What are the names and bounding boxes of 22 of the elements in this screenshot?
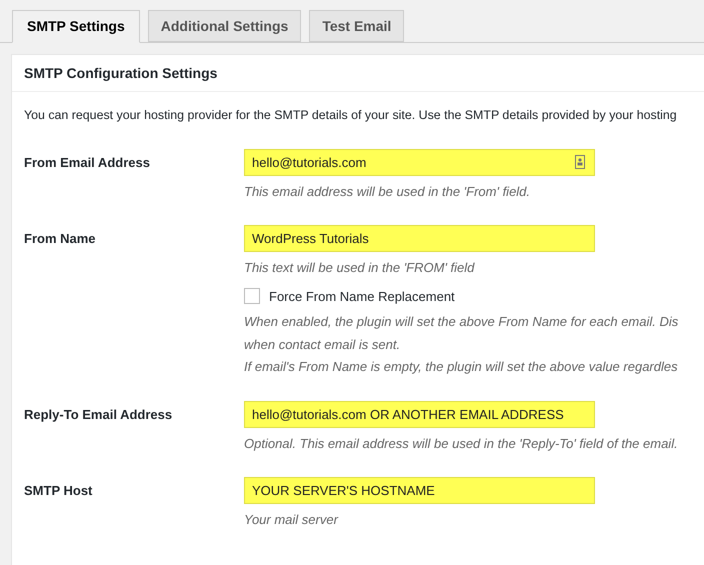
help-text: When enabled, the plugin will set the above From Name for each email. Dis	[244, 313, 678, 332]
help-text: This text will be used in the 'FROM' field	[244, 259, 476, 278]
panel-title: SMTP Configuration Settings	[24, 64, 218, 83]
checkbox-label: Force From Name Replacement	[269, 288, 455, 306]
field-label: Reply-To Email Address	[24, 406, 174, 424]
field-label: From Email Address	[24, 154, 151, 172]
field-label: SMTP Host	[24, 482, 94, 500]
help-text: Your mail server	[244, 511, 340, 530]
intro-text: You can request your hosting provider for the SMTP details of your site. Use the SMTP details provided by your hosting	[24, 107, 678, 124]
text-field[interactable]: WordPress Tutorials	[244, 225, 595, 252]
help-text: Optional. This email address will be used in the 'Reply-To' field of the email.	[244, 434, 678, 453]
text-field[interactable]: hello@tutorials.com	[244, 148, 595, 176]
text-field[interactable]: hello@tutorials.com OR ANOTHER EMAIL ADDRESS	[244, 400, 595, 428]
tab[interactable]: Additional Settings	[148, 10, 302, 42]
help-text: when contact email is sent.	[244, 336, 402, 354]
checkbox[interactable]	[244, 288, 260, 304]
help-text: If email's From Name is empty, the plugin will set the above value regardles	[244, 358, 678, 376]
tab[interactable]: Test Email	[309, 10, 404, 42]
field-label: From Name	[24, 230, 97, 248]
help-text: This email address will be used in the 'From' field.	[244, 182, 532, 201]
text-field[interactable]: YOUR SERVER'S HOSTNAME	[244, 477, 595, 504]
tab[interactable]: SMTP Settings	[12, 10, 140, 43]
